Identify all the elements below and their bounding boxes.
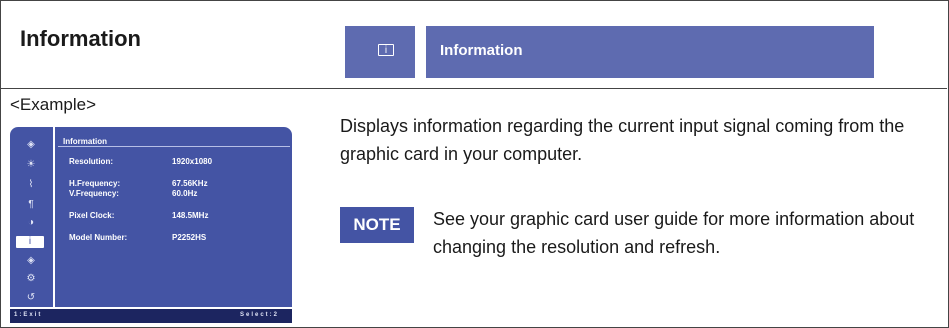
menu-label: Information [440,42,523,59]
description-text: Displays information regarding the curre… [340,116,905,164]
osd-row-label: Pixel Clock: [69,211,115,220]
osd-select-hint: Select:2 [240,312,280,318]
osd-divider [58,146,290,147]
brightness-icon: ☀ [26,159,36,170]
osd-row-label: V.Frequency: [69,189,119,198]
osd-row-value: P2252HS [172,233,207,242]
example-label: <Example> [10,95,96,114]
osd-row-value: 1920x1080 [172,157,213,166]
osd-row-label: H.Frequency: [69,179,121,188]
information-icon: i [378,44,394,56]
osd-row-label: Model Number: [69,233,128,242]
osd-row-value: 148.5MHz [172,211,209,220]
note-text: See your graphic card user guide for mor… [433,209,915,257]
page-title: Information [20,26,141,51]
picture-adjust-icon: ◈ [27,139,35,150]
osd-exit-hint: 1:Exit [14,312,43,318]
osd-title: Information [63,137,107,146]
note-badge: NOTE [340,207,414,243]
input-select-icon: ◑ [27,217,35,228]
audio-icon: ◈ [27,255,35,266]
information-icon: i [16,236,44,248]
setup-menu-icon: ⚙ [26,273,36,284]
osd-row-label: Resolution: [69,157,113,166]
osd-row-value: 60.0Hz [172,189,198,198]
memory-recall-icon: ↺ [26,292,36,303]
osd-row-value: 67.56KHz [172,179,208,188]
advanced-setup-icon: ¶ [28,199,34,210]
color-adjust-icon: ⌇ [28,179,34,190]
